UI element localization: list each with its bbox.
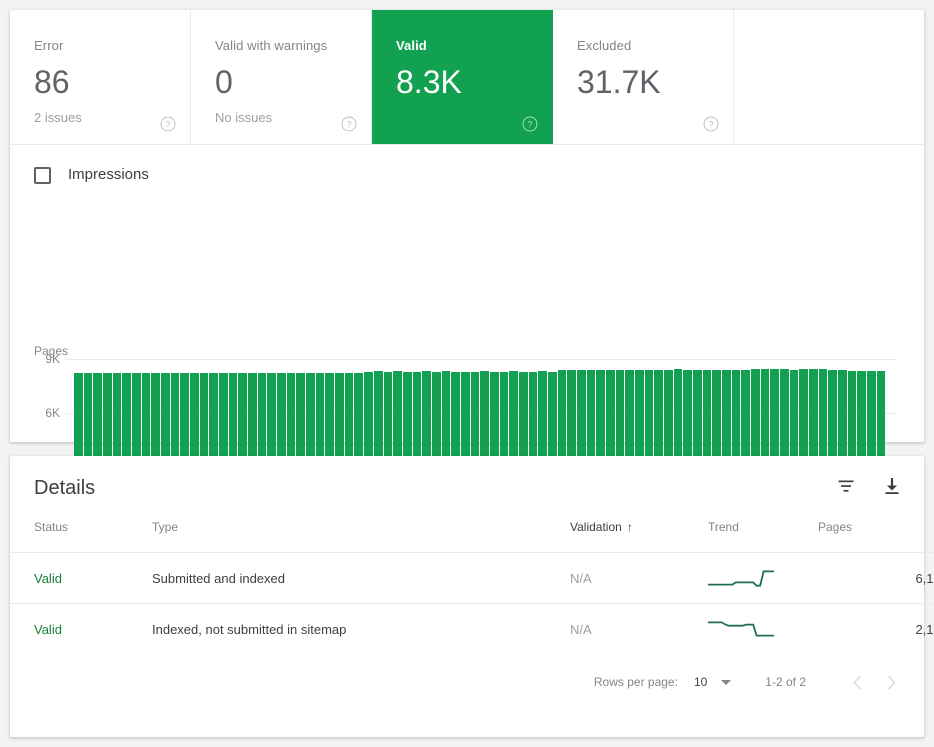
column-header-validation[interactable]: Validation ↑ (570, 520, 708, 553)
index-coverage-panel: Error 86 2 issues ? Valid with warnings … (10, 10, 924, 442)
y-axis-tick-label: 9K (32, 352, 60, 366)
pagination-range: 1-2 of 2 (765, 675, 806, 689)
row-validation: N/A (570, 622, 592, 637)
status-card-error[interactable]: Error 86 2 issues ? (10, 10, 191, 144)
table-header-row: Status Type Validation ↑ Trend Pages (10, 520, 934, 553)
status-card-value: 8.3K (396, 62, 552, 102)
details-table: Status Type Validation ↑ Trend Pages Vali… (10, 520, 934, 654)
help-icon[interactable]: ? (341, 116, 357, 132)
row-pages: 6,169 (818, 553, 934, 604)
row-type: Indexed, not submitted in sitemap (152, 604, 570, 655)
help-icon[interactable]: ? (703, 116, 719, 132)
status-cards-row: Error 86 2 issues ? Valid with warnings … (10, 10, 924, 145)
next-page-button[interactable] (874, 665, 908, 699)
status-card-excluded[interactable]: Excluded 31.7K ? (553, 10, 734, 144)
status-badge: Valid (34, 571, 62, 586)
details-table-head: Status Type Validation ↑ Trend Pages (10, 520, 934, 553)
details-table-body: ValidSubmitted and indexedN/A6,169ValidI… (10, 553, 934, 655)
chart-plot-area: 03K6K9K 5/24/196/4/196/15/196/26/197/7/1… (10, 359, 924, 442)
sort-ascending-icon: ↑ (627, 520, 633, 534)
svg-text:?: ? (527, 120, 532, 130)
rows-per-page-value: 10 (694, 675, 707, 689)
details-panel: Details Status Type Validation↑ Trend Pa… (10, 456, 924, 737)
column-header-trend[interactable]: Trend (708, 520, 818, 553)
status-card-label: Valid with warnings (215, 38, 371, 54)
pagination-bar: Rows per page: 10 1-2 of 2 (10, 654, 924, 710)
impressions-label[interactable]: Impressions (68, 165, 149, 185)
column-header-status[interactable]: Status (10, 520, 152, 553)
help-icon[interactable]: ? (522, 116, 538, 132)
row-validation: N/A (570, 571, 592, 586)
row-type: Submitted and indexed (152, 553, 570, 604)
impressions-checkbox[interactable] (34, 167, 51, 184)
status-card-valid[interactable]: Valid 8.3K ? (372, 10, 553, 144)
impressions-toggle-row[interactable]: Impressions (10, 145, 924, 187)
table-row[interactable]: Valid Indexed, not submitted in sitemapN/… (10, 604, 934, 655)
status-card-label: Error (34, 38, 190, 54)
svg-text:?: ? (165, 120, 170, 130)
table-row[interactable]: Valid Submitted and indexedN/A 6,169 (10, 553, 934, 604)
details-actions (836, 476, 902, 501)
details-title: Details (34, 474, 95, 502)
status-badge: Valid (34, 622, 62, 637)
column-header-pages[interactable]: Pages (818, 520, 934, 553)
column-header-validation-label: Validation (570, 520, 622, 534)
chevron-down-icon (721, 680, 731, 685)
help-icon[interactable]: ? (160, 116, 176, 132)
coverage-chart: Impressions Pages 03K6K9K 5/24/196/4/196… (10, 145, 924, 442)
filter-icon[interactable] (836, 476, 856, 501)
status-card-value: 31.7K (577, 62, 733, 102)
details-header: Details (10, 456, 924, 520)
status-card-valid-with-warnings[interactable]: Valid with warnings 0 No issues ? (191, 10, 372, 144)
svg-text:?: ? (708, 120, 713, 130)
status-cards-spacer (734, 10, 924, 144)
column-header-type[interactable]: Type (152, 520, 570, 553)
svg-text:?: ? (346, 120, 351, 130)
status-card-label: Valid (396, 38, 552, 54)
rows-per-page-select[interactable]: 10 (694, 675, 731, 689)
y-axis-tick-label: 6K (32, 406, 60, 420)
status-card-label: Excluded (577, 38, 733, 54)
status-card-value: 0 (215, 62, 371, 102)
download-icon[interactable] (882, 476, 902, 501)
status-card-value: 86 (34, 62, 190, 102)
previous-page-button[interactable] (840, 665, 874, 699)
row-pages: 2,129 (818, 604, 934, 655)
trend-sparkline (708, 618, 818, 640)
rows-per-page-label: Rows per page: (594, 675, 678, 689)
trend-sparkline (708, 567, 818, 589)
